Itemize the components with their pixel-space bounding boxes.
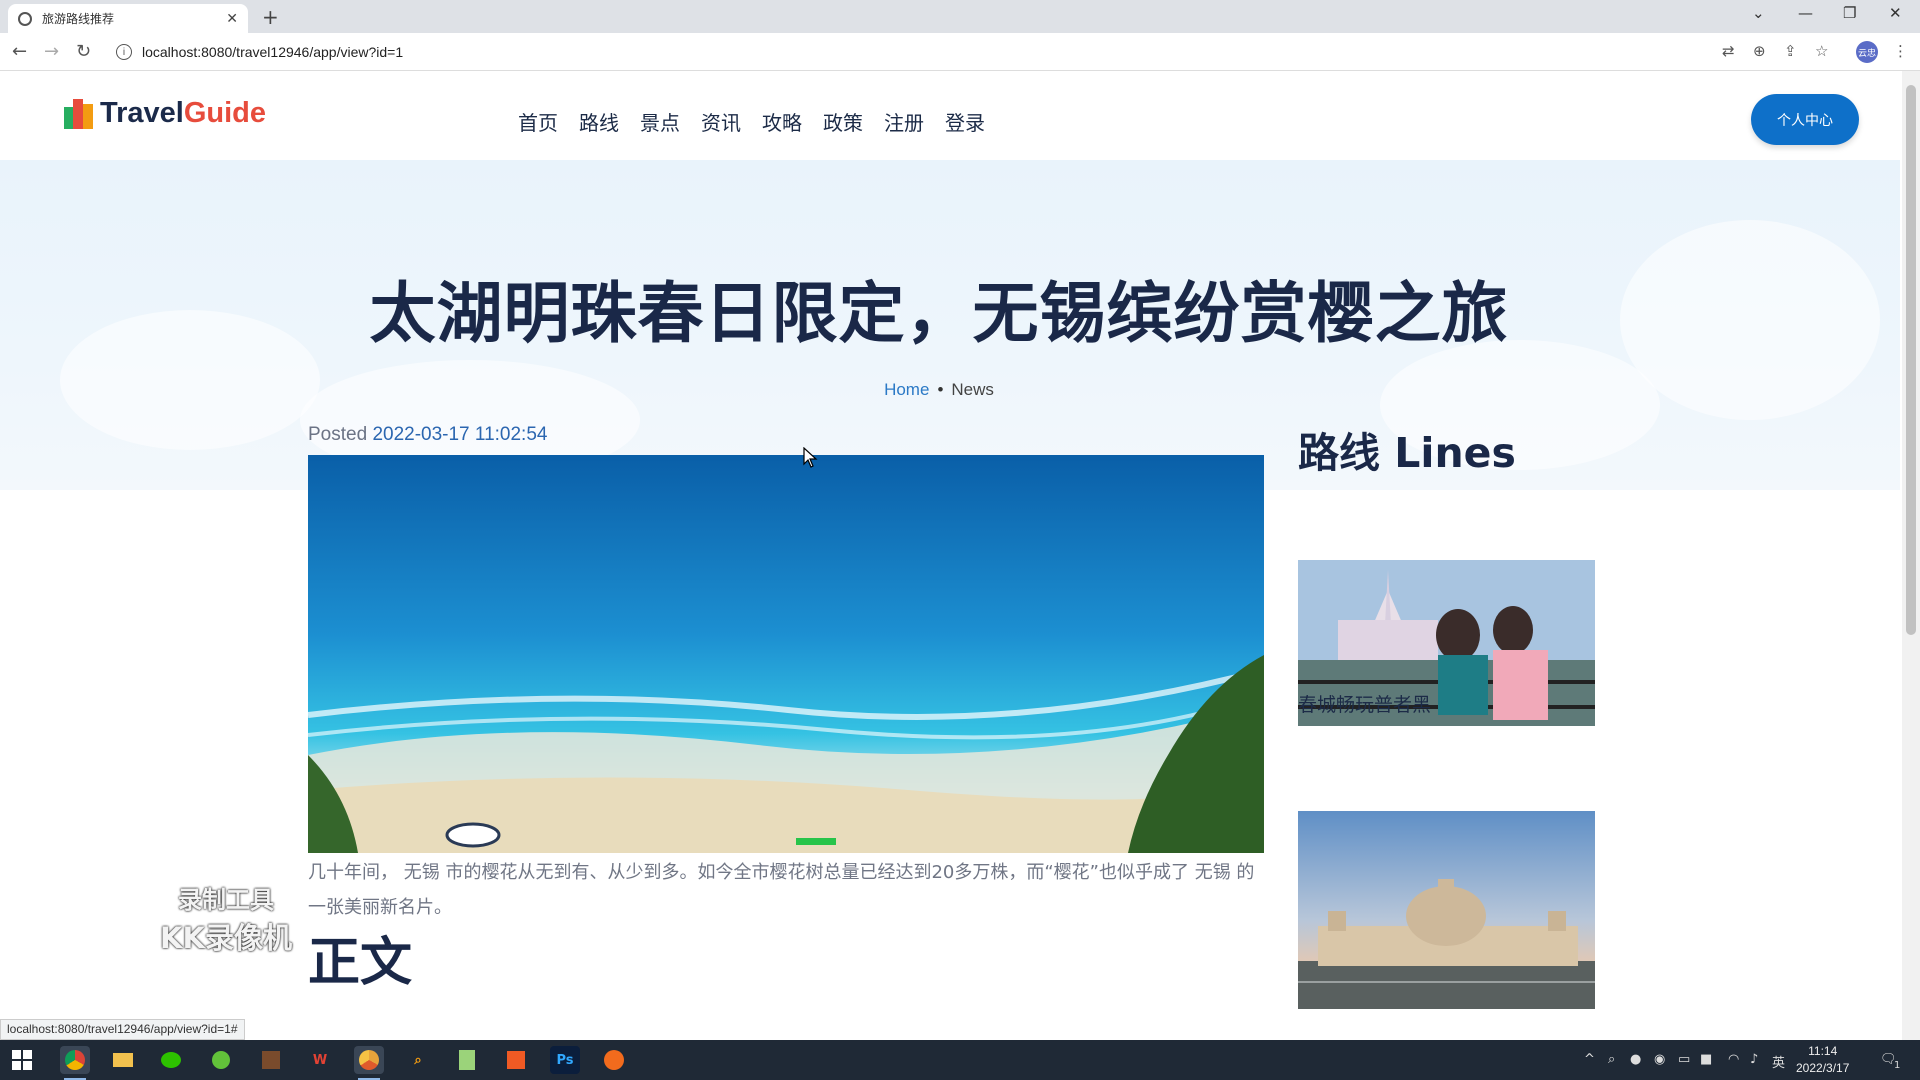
windows-taskbar: W ⌕ Ps ^ ⌕ ● ◉ ▭ ■ ◠ ♪ 英 11:14 2022/3/17… [0,1040,1920,1080]
nav-guides[interactable]: 攻略 [762,107,802,136]
tray-app-icon[interactable]: ◉ [1654,1052,1665,1067]
scrollbar-thumb[interactable] [1906,85,1916,635]
nav-home[interactable]: 首页 [518,107,558,136]
recorder-taskbar-icon[interactable] [599,1046,629,1074]
logo-icon [64,98,94,129]
breadcrumb: Home • News [0,380,1878,400]
site-info-icon[interactable]: i [116,44,132,60]
logo-text-travel: Travel [100,97,184,129]
notepad-taskbar-icon[interactable] [452,1046,482,1074]
route-photo-2 [1298,811,1595,1009]
posted-date: 2022-03-17 11:02:54 [372,424,548,445]
globe-icon [18,11,32,26]
volume-icon[interactable]: ♪ [1750,1052,1758,1067]
tab-title: 旅游路线推荐 [42,12,115,26]
app-green-taskbar-icon[interactable] [206,1046,236,1074]
watermark-line1: 录制工具 [177,886,274,914]
breadcrumb-current: News [951,380,994,399]
status-url: localhost:8080/travel12946/app/view?id=1… [0,1019,245,1040]
page-title: 太湖明珠春日限定，无锡缤纷赏樱之旅 [369,275,1509,352]
clock-date: 2022/3/17 [1796,1061,1850,1075]
nav-login[interactable]: 登录 [945,107,985,136]
browser-toolbar: ← → ↻ i localhost:8080/travel12946/app/v… [0,33,1920,71]
wps-taskbar-icon[interactable]: W [305,1046,335,1074]
page-hero: 太湖明珠春日限定，无锡缤纷赏樱之旅 Home • News [0,160,1900,490]
nav-register[interactable]: 注册 [884,107,924,136]
notification-count: 1 [1894,1060,1901,1071]
page-scrollbar[interactable] [1902,71,1920,1040]
post-meta: Posted 2022-03-17 11:02:54 [308,424,547,446]
game-taskbar-icon[interactable] [256,1046,286,1074]
tab-search-icon[interactable]: ⌄ [1752,4,1765,22]
nav-routes[interactable]: 路线 [579,107,619,136]
article-body: 几十年间， 无锡 市的樱花从无到有、从少到多。如今全市樱花树总量已经达到20多万… [308,862,1255,918]
close-window-button[interactable]: ✕ [1889,4,1902,22]
profile-avatar[interactable]: 云忠 [1856,41,1878,63]
forward-icon[interactable]: → [44,41,59,62]
menu-kebab-icon[interactable]: ⋮ [1893,42,1908,60]
system-clock[interactable]: 11:14 2022/3/17 [1796,1043,1849,1077]
browser-tab[interactable]: 旅游路线推荐 ✕ [8,4,248,33]
nav-attractions[interactable]: 景点 [640,107,680,136]
windows-start-icon[interactable] [12,1050,32,1070]
tray-wechat-icon[interactable]: ● [1630,1052,1641,1067]
nav-policies[interactable]: 政策 [823,107,863,136]
clock-time: 11:14 [1808,1044,1838,1058]
network-icon[interactable]: ◠ [1728,1052,1739,1067]
tray-search-icon[interactable]: ⌕ [1608,1052,1615,1067]
breadcrumb-separator: • [937,380,944,399]
nav-news[interactable]: 资讯 [701,107,741,136]
new-tab-button[interactable]: + [262,5,279,29]
breadcrumb-home[interactable]: Home [884,380,929,399]
share-icon[interactable]: ⇪ [1784,42,1797,60]
route-thumbnail[interactable] [1298,811,1595,1009]
article-image [308,455,1264,853]
minimize-button[interactable]: — [1798,4,1813,22]
tray-green-icon[interactable]: ■ [1700,1052,1712,1067]
tray-battery-icon[interactable]: ▭ [1678,1052,1690,1067]
address-bar[interactable]: i localhost:8080/travel12946/app/view?id… [110,38,1710,66]
site-header: TravelGuide 首页 路线 景点 资讯 攻略 政策 注册 登录 个人中心 [0,71,1900,160]
photoshop-taskbar-icon[interactable]: Ps [550,1046,580,1074]
ime-indicator[interactable]: 英 [1772,1052,1785,1071]
beach-photo [308,455,1264,853]
user-center-button[interactable]: 个人中心 [1751,94,1859,145]
bookmark-star-icon[interactable]: ☆ [1815,42,1828,60]
mouse-cursor-icon [803,447,818,468]
browser-tab-strip: 旅游路线推荐 ✕ + ⌄ — ❐ ✕ [0,0,1920,33]
zoom-icon[interactable]: ⊕ [1753,42,1766,60]
file-explorer-taskbar-icon[interactable] [108,1046,138,1074]
chrome-taskbar-icon[interactable] [60,1046,90,1080]
restore-button[interactable]: ❐ [1843,4,1856,22]
route-caption-1[interactable]: 春城畅玩普者黑 [1298,690,1431,717]
site-logo[interactable]: TravelGuide [64,97,266,130]
logo-text-guide: Guide [183,97,267,129]
section-heading: 正文 [308,933,413,993]
close-tab-icon[interactable]: ✕ [226,11,238,27]
translate-icon[interactable]: ⇄ [1722,42,1735,60]
posted-label: Posted [308,424,368,445]
wechat-taskbar-icon[interactable] [156,1046,186,1074]
reload-icon[interactable]: ↻ [76,41,91,62]
sidebar-title: 路线 Lines [1298,429,1516,477]
url-text[interactable]: localhost:8080/travel12946/app/view?id=1 [142,44,403,60]
main-nav: 首页 路线 景点 资讯 攻略 政策 注册 登录 [518,107,985,136]
media-app-taskbar-icon[interactable] [501,1046,531,1074]
recorder-watermark: 录制工具 KK录像机 [160,880,292,957]
chrome-canary-taskbar-icon[interactable] [354,1046,384,1080]
tray-expand-icon[interactable]: ^ [1584,1052,1595,1067]
search-app-taskbar-icon[interactable]: ⌕ [403,1046,433,1074]
back-icon[interactable]: ← [12,41,27,62]
watermark-line2: KK录像机 [160,921,292,955]
